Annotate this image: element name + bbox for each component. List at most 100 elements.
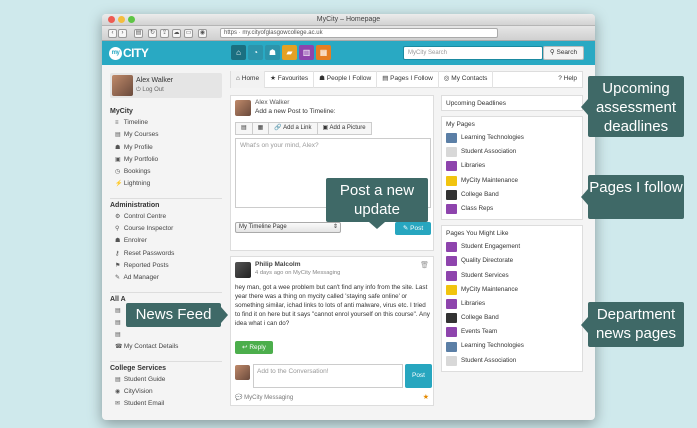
add-link-button[interactable]: 🔗 Add a Link (268, 122, 318, 135)
post-button[interactable]: ✎ Post (395, 222, 431, 235)
sidebar-item[interactable]: ✉ Student Email (110, 398, 222, 410)
tab-home[interactable]: ⌂ Home (231, 71, 266, 88)
post-composer: Alex Walker Add a new Post to Timeline: … (230, 95, 434, 251)
sidebar-item[interactable]: ✎ Ad Manager (110, 272, 222, 284)
format-grid-button[interactable]: ▦ (251, 122, 270, 135)
post-body: hey man, got a wee problem but can't fin… (235, 284, 430, 327)
tab-people-i-follow[interactable]: ☗ People I Follow (314, 71, 378, 88)
page-link-label: Learning Technologies (461, 134, 524, 141)
sidebar-item[interactable]: ☎ My Contact Details (110, 341, 222, 353)
calendar-icon[interactable]: ▦ (316, 45, 331, 60)
comment-post-button[interactable]: Post (405, 364, 432, 388)
star-icon[interactable]: ★ (423, 393, 429, 401)
sidebar-item[interactable]: ▤ Student Guide (110, 374, 222, 386)
close-icon[interactable] (108, 16, 115, 23)
home-icon[interactable]: ⌂ (231, 45, 246, 60)
sidebar-item[interactable]: ☗ Enrolrer (110, 235, 222, 247)
minimize-icon[interactable] (118, 16, 125, 23)
post-target-select[interactable]: My Timeline Page ⇕ (235, 222, 341, 233)
sidebar-section-title: College Services (110, 360, 222, 372)
post-author[interactable]: Philip Malcolm (255, 261, 301, 268)
page-link[interactable]: Quality Directorate (446, 254, 578, 268)
search-button[interactable]: ⚲ Search (543, 46, 584, 60)
page-link-label: MyCity Maintenance (461, 176, 519, 184)
dashboard-icon[interactable]: ◔ (248, 45, 263, 60)
sidebar-item[interactable]: ▤ (110, 329, 222, 341)
cloud-icon[interactable]: ☁ (172, 29, 181, 38)
page-link[interactable]: MyCity Maintenance (446, 174, 578, 188)
page-link[interactable]: Events Team (446, 325, 578, 339)
deadlines-title: Upcoming Deadlines (446, 100, 506, 107)
sidebar-item[interactable]: ◷ Bookings (110, 166, 222, 178)
sidebar-item-icon: ▤ (115, 319, 121, 326)
bookmark-icon[interactable]: ▭ (184, 29, 193, 38)
page-link[interactable]: Student Engagement (446, 240, 578, 254)
tab-help[interactable]: ? Help (553, 71, 582, 88)
page-link[interactable]: College Band (446, 188, 578, 202)
sidebar-item[interactable]: ⚑ Reported Posts (110, 260, 222, 272)
sidebar-item-label: Bookings (123, 168, 151, 176)
sidebar-item[interactable]: ⚲ Course Inspector (110, 223, 222, 235)
logout-link[interactable]: ⏻ Log Out (136, 87, 164, 94)
sidebar-item[interactable]: ☗ My Profile (110, 142, 222, 154)
zoom-icon[interactable] (128, 16, 135, 23)
page-link[interactable]: Student Association (446, 354, 578, 368)
sidebar-item-label: Lightning (123, 180, 151, 188)
sidebar-item-icon: ▤ (115, 376, 121, 383)
page-link[interactable]: Learning Technologies (446, 339, 578, 353)
sidebar-item[interactable]: ⚙ Control Centre (110, 211, 222, 223)
tab-icon: ☗ (319, 75, 325, 82)
page-link[interactable]: Libraries (446, 159, 578, 173)
users-icon[interactable]: ☗ (265, 45, 280, 60)
user-box: Alex Walker ⏻ Log Out (110, 73, 222, 98)
url-bar[interactable]: https · my.cityofglasgowcollege.ac.uk (220, 28, 498, 38)
user-name[interactable]: Alex Walker (136, 77, 173, 84)
sidebar-item[interactable]: ▤ My Courses (110, 129, 222, 141)
chart-icon[interactable]: ▥ (299, 45, 314, 60)
comment-input[interactable]: Add to the Conversation! (253, 364, 403, 388)
avatar[interactable] (235, 262, 251, 278)
callout-news: News Feed (126, 303, 228, 327)
page-link-label: Events Team (461, 328, 498, 336)
page-link[interactable]: Learning Technologies (446, 131, 578, 145)
add-picture-button[interactable]: ▣ Add a Picture (316, 122, 372, 135)
search-input[interactable]: MyCity Search (403, 46, 543, 60)
sidebar-section-title: MyCity (110, 108, 133, 115)
sidebar-item[interactable]: ⚡ Lightning (110, 178, 222, 190)
page-link[interactable]: College Band (446, 311, 578, 325)
page-link[interactable]: Class Reps (446, 202, 578, 216)
tab-pages-i-follow[interactable]: ▤ Pages I Follow (377, 71, 439, 88)
sidebar-item[interactable]: ▣ My Portfolio (110, 154, 222, 166)
back-icon[interactable]: ‹ (108, 29, 117, 38)
reload-icon[interactable]: ↻ (148, 29, 157, 38)
mycity-logo[interactable]: my CITY (109, 46, 149, 61)
forward-icon[interactable]: › (118, 29, 127, 38)
sidebar-item[interactable]: ⚷ Reset Passwords (110, 248, 222, 260)
sidebar-item-icon: ⚷ (115, 250, 120, 257)
sidebar-icon[interactable]: ▤ (134, 29, 143, 38)
sidebar-item[interactable]: ≡ Timeline (110, 117, 222, 129)
folder-icon[interactable]: ▰ (282, 45, 297, 60)
page-link[interactable]: Student Services (446, 269, 578, 283)
page-thumbnail (446, 313, 457, 324)
post-source[interactable]: 💬 MyCity Messaging (235, 394, 293, 401)
sidebar-item-label: My Contact Details (123, 343, 179, 351)
tab-my-contacts[interactable]: ◎ My Contacts (439, 71, 494, 88)
page-link[interactable]: Libraries (446, 297, 578, 311)
sidebar-item[interactable]: ◉ CityVision (110, 386, 222, 398)
tab-favourites[interactable]: ★ Favourites (265, 71, 315, 88)
sidebar-item-icon: ⚑ (115, 262, 121, 269)
composer-prompt: Add a new Post to Timeline: (255, 108, 336, 115)
page-link[interactable]: Student Association (446, 145, 578, 159)
extension-icon[interactable]: ◉ (198, 29, 207, 38)
share-icon[interactable]: ⇪ (160, 29, 169, 38)
sidebar-item-icon: ▤ (115, 132, 121, 139)
sidebar-item-icon: ▣ (115, 156, 121, 163)
reply-button[interactable]: ↩ Reply (235, 341, 273, 354)
avatar[interactable] (112, 75, 133, 96)
sidebar-item-icon: ▤ (115, 332, 121, 339)
page-link[interactable]: MyCity Maintenance (446, 283, 578, 297)
format-list-button[interactable]: ▤ (235, 122, 253, 135)
page-link-label: Quality Directorate (461, 257, 514, 265)
trash-icon[interactable]: 🗑 (420, 261, 429, 269)
